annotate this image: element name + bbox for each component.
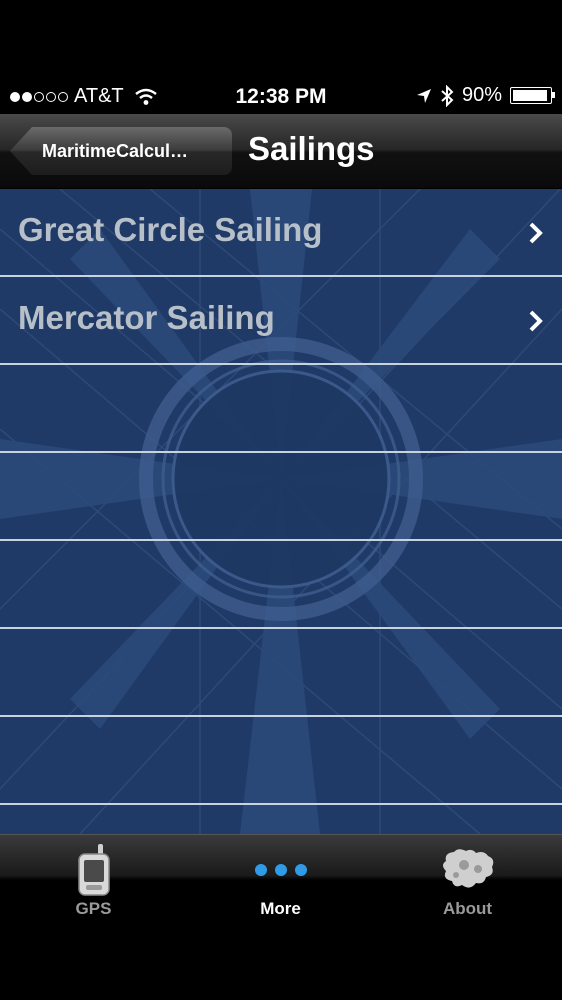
list-item-empty [0,453,562,541]
tab-about[interactable]: About [374,835,561,925]
battery-icon [510,87,555,104]
list-item-empty [0,629,562,717]
tab-gps[interactable]: GPS [0,835,187,925]
list-item-empty [0,365,562,453]
chevron-right-icon [529,222,543,244]
list-item-empty [0,717,562,805]
tab-bar: GPS More About [0,834,562,925]
status-bar: AT&T 12:38 PM 90% [0,78,562,114]
list-item-mercator-sailing[interactable]: Mercator Sailing [0,277,562,365]
sailings-list[interactable]: Great Circle Sailing Mercator Sailing [0,189,562,834]
more-dots-icon [254,864,307,876]
navigation-bar: MaritimeCalcul… Sailings [0,114,562,189]
battery-percent: 90% [461,84,502,106]
tab-label: More [260,899,301,918]
list-item-great-circle-sailing[interactable]: Great Circle Sailing [0,189,562,277]
location-arrow-icon [416,88,431,103]
bluetooth-icon [441,84,454,107]
list-item-empty [0,541,562,629]
page-title: Sailings [248,130,375,167]
world-map-icon [442,849,493,888]
list-item-label: Mercator Sailing [18,299,275,336]
tab-label: GPS [75,899,112,918]
chevron-right-icon [529,310,543,332]
gps-device-icon [77,844,110,896]
tab-more[interactable]: More [187,835,374,925]
status-right: 90% [416,84,555,107]
list-item-label: Great Circle Sailing [18,211,323,248]
back-button[interactable]: MaritimeCalcul… [10,127,232,175]
screen-bottom [0,924,562,1000]
tab-label: About [442,899,493,918]
